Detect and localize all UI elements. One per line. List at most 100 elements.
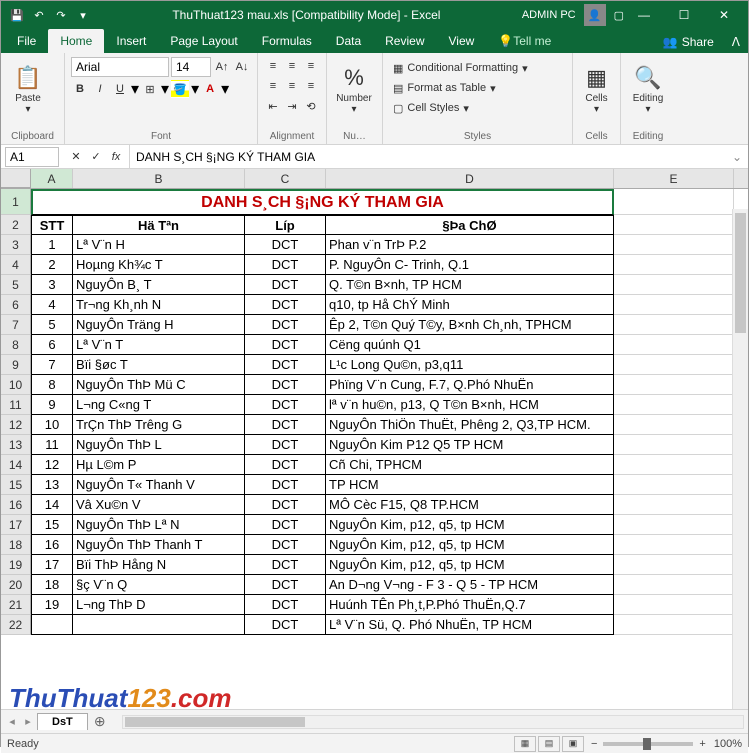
cell-styles-button[interactable]: ▢Cell Styles ▾ (389, 99, 532, 117)
cell-lop[interactable]: DCT (245, 535, 326, 555)
save-icon[interactable]: 💾 (9, 7, 25, 23)
cell-lop[interactable]: DCT (245, 255, 326, 275)
cell[interactable] (614, 315, 734, 335)
share-button[interactable]: 👥 Share (653, 31, 724, 53)
enter-formula-icon[interactable]: ✓ (87, 148, 105, 166)
cell-diachi[interactable]: MÔ Cèc F15, Q8 TP.HCM (326, 495, 614, 515)
editing-button[interactable]: 🔍Editing▾ (627, 57, 669, 123)
cell[interactable] (614, 255, 734, 275)
zoom-in-icon[interactable]: + (699, 738, 705, 750)
cell[interactable] (614, 495, 734, 515)
cell[interactable] (614, 415, 734, 435)
cell-hoten[interactable]: L­¬ng ThÞ D (73, 595, 245, 615)
tab-nav-prev-icon[interactable]: ◂ (5, 715, 19, 728)
font-color-button[interactable]: A (201, 80, 219, 98)
cell-lop[interactable]: DCT (245, 555, 326, 575)
cell[interactable] (614, 355, 734, 375)
orientation-icon[interactable]: ⟲ (302, 97, 320, 115)
row-header[interactable]: 3 (1, 235, 31, 255)
tab-view[interactable]: View (437, 29, 487, 53)
row-header[interactable]: 21 (1, 595, 31, 615)
expand-formula-icon[interactable]: ⌄ (726, 150, 748, 164)
cell-diachi[interactable]: Cëng quúnh Q1 (326, 335, 614, 355)
cell-lop[interactable]: DCT (245, 235, 326, 255)
row-header[interactable]: 20 (1, 575, 31, 595)
cell-stt[interactable]: 17 (31, 555, 73, 575)
cell-stt[interactable]: 4 (31, 295, 73, 315)
cell-lop[interactable]: DCT (245, 595, 326, 615)
tab-page-layout[interactable]: Page Layout (158, 29, 249, 53)
fill-color-button[interactable]: 🪣 (171, 80, 189, 98)
cell[interactable] (614, 575, 734, 595)
underline-button[interactable]: U (111, 80, 129, 98)
horizontal-scrollbar[interactable] (122, 715, 744, 729)
row-header[interactable]: 14 (1, 455, 31, 475)
cell-stt[interactable]: 2 (31, 255, 73, 275)
cell[interactable] (614, 435, 734, 455)
cell-hoten[interactable]: TrÇn ThÞ Tr­êng G (73, 415, 245, 435)
cell-lop[interactable]: DCT (245, 295, 326, 315)
col-header-b[interactable]: B (73, 169, 245, 188)
border-button[interactable]: ⊞ (141, 80, 159, 98)
fx-icon[interactable]: fx (107, 148, 125, 166)
bold-button[interactable]: B (71, 80, 89, 98)
name-box[interactable] (5, 147, 59, 167)
cell[interactable] (614, 615, 734, 635)
cell-hoten[interactable]: NguyÔn ThÞ Mü C (73, 375, 245, 395)
align-right-icon[interactable]: ≡ (302, 77, 320, 95)
cell-stt[interactable]: 7 (31, 355, 73, 375)
row-header[interactable]: 8 (1, 335, 31, 355)
row-header[interactable]: 7 (1, 315, 31, 335)
cell-hoten[interactable]: Hµ L©m P (73, 455, 245, 475)
redo-icon[interactable]: ↷ (53, 7, 69, 23)
row-header[interactable]: 12 (1, 415, 31, 435)
align-top-icon[interactable]: ≡ (264, 57, 282, 75)
cell-diachi[interactable]: TP HCM (326, 475, 614, 495)
row-header[interactable]: 15 (1, 475, 31, 495)
cancel-formula-icon[interactable]: ✕ (67, 148, 85, 166)
font-size-select[interactable] (171, 57, 211, 77)
col-header-d[interactable]: D (326, 169, 614, 188)
cell-hoten[interactable]: NguyÔn T« Thanh V (73, 475, 245, 495)
tab-insert[interactable]: Insert (104, 29, 158, 53)
row-header[interactable]: 17 (1, 515, 31, 535)
zoom-slider[interactable] (603, 742, 693, 746)
cell-diachi[interactable]: NguyÔn Kim, p12, q5, tp HCM (326, 535, 614, 555)
cell-diachi[interactable]: NguyÔn ThiÖn ThuËt, Ph­êng 2, Q3,TP HCM. (326, 415, 614, 435)
cell-stt[interactable]: 1 (31, 235, 73, 255)
cell-diachi[interactable]: NguyÔn Kim, p12, q5, tp HCM (326, 555, 614, 575)
increase-font-icon[interactable]: A↑ (213, 58, 231, 76)
cell-diachi[interactable]: NguyÔn Kim P12 Q5 TP HCM (326, 435, 614, 455)
row-header[interactable]: 16 (1, 495, 31, 515)
row-header[interactable]: 11 (1, 395, 31, 415)
cell-hoten[interactable]: NguyÔn ThÞ Thanh T (73, 535, 245, 555)
cell-hoten[interactable]: Lª V¨n T (73, 335, 245, 355)
zoom-out-icon[interactable]: − (591, 738, 597, 750)
tab-file[interactable]: File (5, 29, 48, 53)
cell-stt[interactable]: 14 (31, 495, 73, 515)
cell[interactable] (614, 395, 734, 415)
cell-hoten[interactable] (73, 615, 245, 635)
col-header-c[interactable]: C (245, 169, 326, 188)
tab-formulas[interactable]: Formulas (250, 29, 324, 53)
add-sheet-icon[interactable]: ⊕ (90, 713, 110, 730)
row-header[interactable]: 9 (1, 355, 31, 375)
cell-stt[interactable]: 11 (31, 435, 73, 455)
cell-stt[interactable]: 5 (31, 315, 73, 335)
cell[interactable] (614, 275, 734, 295)
cell-lop[interactable]: DCT (245, 335, 326, 355)
worksheet[interactable]: A B C D E 1 DANH S¸CH §¡NG KÝ THAM GIA 2… (1, 169, 748, 709)
cell-hoten[interactable]: Hoµng Kh¾c T (73, 255, 245, 275)
collapse-ribbon-icon[interactable]: ᐱ (724, 31, 748, 53)
cell-diachi[interactable]: Cñ Chi, TPHCM (326, 455, 614, 475)
cell-stt[interactable]: 6 (31, 335, 73, 355)
tell-me[interactable]: 💡 Tell me (486, 29, 563, 53)
row-header[interactable]: 22 (1, 615, 31, 635)
select-all-corner[interactable] (1, 169, 31, 188)
cell[interactable] (614, 535, 734, 555)
cell-hoten[interactable]: Tr­¬ng Kh¸nh N (73, 295, 245, 315)
align-middle-icon[interactable]: ≡ (283, 57, 301, 75)
cell[interactable] (614, 215, 734, 235)
cell-diachi[interactable]: Lª V¨n Sü, Q. Phó NhuËn, TP HCM (326, 615, 614, 635)
cell-hoten[interactable]: Bïi ThÞ Hång N (73, 555, 245, 575)
